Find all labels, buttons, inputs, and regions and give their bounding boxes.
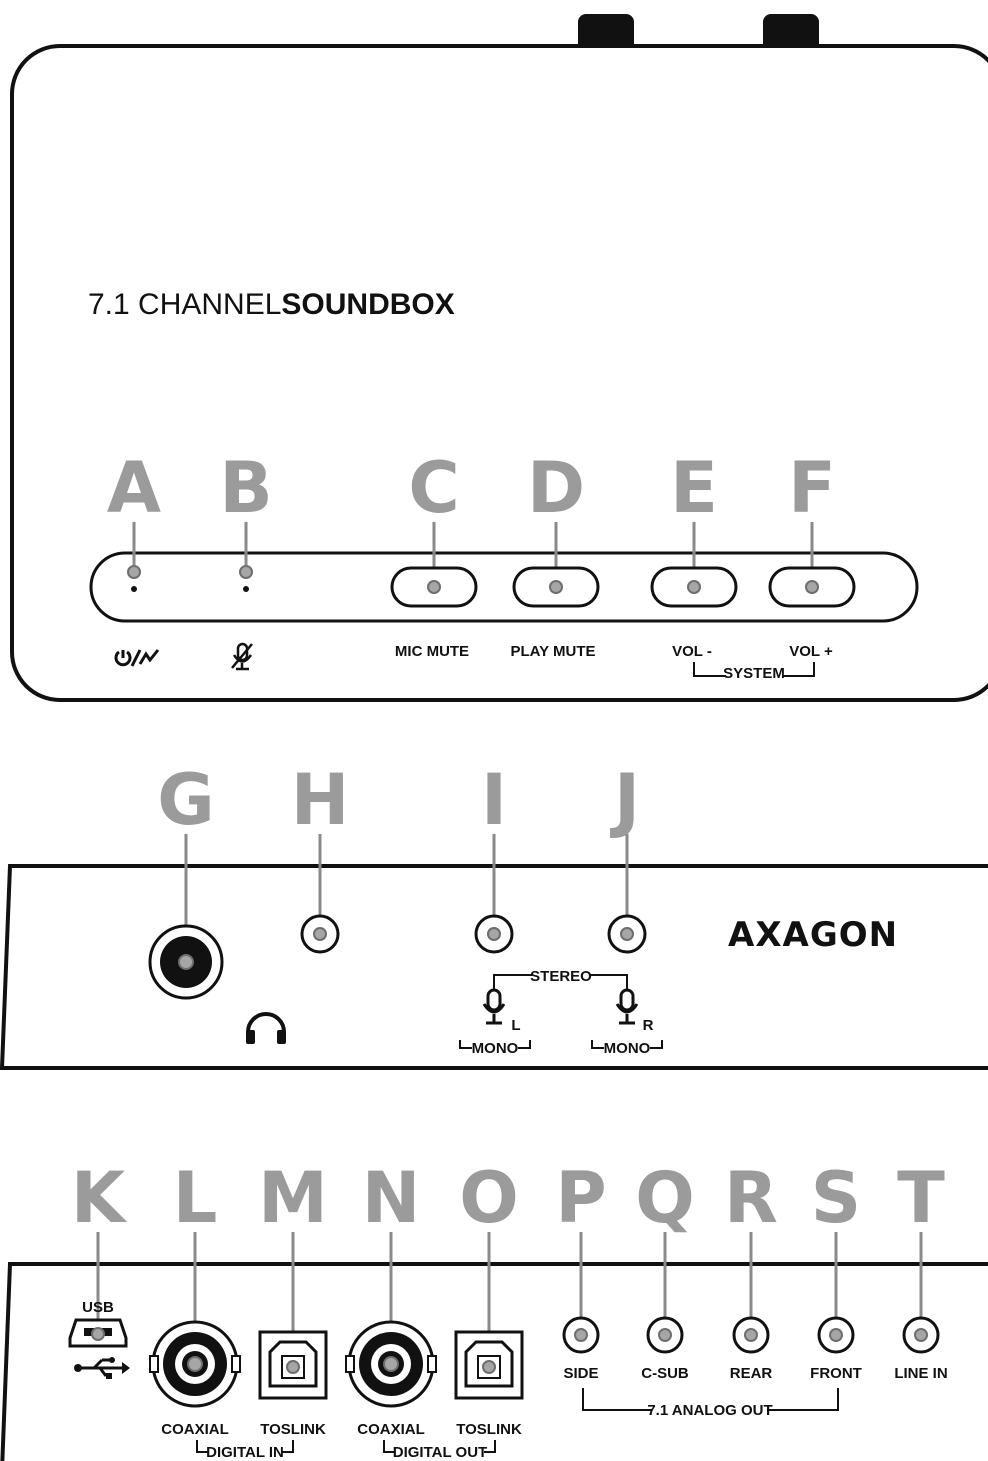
callout-t: T <box>897 1157 945 1239</box>
product-name: 7.1 CHANNELSOUNDBOX <box>88 288 455 321</box>
product-name-bold: SOUNDBOX <box>281 288 454 321</box>
mono-label-left: MONO <box>472 1040 519 1057</box>
analog-out-label: 7.1 ANALOG OUT <box>647 1402 772 1419</box>
coaxial-out-label: COAXIAL <box>357 1421 425 1438</box>
usb-port-icon[interactable] <box>68 1318 128 1348</box>
system-label: SYSTEM <box>723 665 785 682</box>
headphone-jack-core <box>178 954 194 970</box>
callout-m: M <box>258 1157 328 1239</box>
line-in-label: LINE IN <box>894 1365 947 1382</box>
callout-o: O <box>459 1157 519 1239</box>
vol-down-button-dot <box>687 580 701 594</box>
product-name-light: 7.1 CHANNEL <box>88 288 281 321</box>
mic-mute-led-dot <box>243 586 249 592</box>
callout-b: B <box>219 447 272 529</box>
coaxial-in-jack[interactable] <box>149 1320 241 1408</box>
callout-q: Q <box>635 1157 695 1239</box>
stereo-label: STEREO <box>530 968 592 985</box>
digital-in-label: DIGITAL IN <box>206 1444 284 1461</box>
soundbox-diagram: 7.1 CHANNELSOUNDBOX A B C D E F MIC MUTE… <box>0 14 988 1461</box>
rear-panel: K L M N O P Q R S T USB COAXIAL TOSLINK … <box>0 1157 988 1461</box>
toslink-in-label: TOSLINK <box>260 1421 326 1438</box>
vol-minus-label: VOL - <box>672 643 712 660</box>
side-label: SIDE <box>563 1365 598 1382</box>
toslink-in-port[interactable] <box>258 1330 328 1400</box>
callout-p: P <box>555 1157 606 1239</box>
callout-e: E <box>670 447 718 529</box>
callout-d: D <box>527 447 585 529</box>
vol-plus-label: VOL + <box>789 643 833 660</box>
callout-n: N <box>362 1157 421 1239</box>
line-in-jack-core <box>914 1328 928 1342</box>
digital-out-label: DIGITAL OUT <box>393 1444 487 1461</box>
mic-mute-led <box>239 565 253 579</box>
side-jack-core <box>574 1328 588 1342</box>
play-mute-button-dot <box>549 580 563 594</box>
callout-c: C <box>408 447 459 529</box>
callout-h: H <box>291 759 350 841</box>
mic-mute-button-dot <box>427 580 441 594</box>
callout-l: L <box>173 1157 218 1239</box>
callout-g: G <box>157 759 214 841</box>
usb-label: USB <box>82 1299 114 1316</box>
jack-h-core <box>313 927 327 941</box>
callout-k: K <box>71 1157 128 1239</box>
callout-i: I <box>481 759 507 841</box>
mic-mute-label: MIC MUTE <box>395 643 469 660</box>
front-panel: G H I J STEREO L R MONO MONO AXAGON <box>0 759 988 1070</box>
callout-j: J <box>610 759 640 841</box>
front-label: FRONT <box>810 1365 862 1382</box>
csub-label: C-SUB <box>641 1365 689 1382</box>
mic-left-label: L <box>511 1017 520 1034</box>
mic-right-label: R <box>643 1017 654 1034</box>
rear-jack-core <box>744 1328 758 1342</box>
callout-r: R <box>724 1157 778 1239</box>
callout-a: A <box>107 447 161 529</box>
power-led-dot <box>131 586 137 592</box>
play-mute-label: PLAY MUTE <box>510 643 595 660</box>
front-jack-core <box>829 1328 843 1342</box>
power-led <box>127 565 141 579</box>
brand-logo: AXAGON <box>728 915 898 955</box>
mic-jack-left-core <box>487 927 501 941</box>
mono-label-right: MONO <box>604 1040 651 1057</box>
mic-jack-right-core <box>620 927 634 941</box>
toslink-out-port[interactable] <box>454 1330 524 1400</box>
csub-jack-core <box>658 1328 672 1342</box>
toslink-out-label: TOSLINK <box>456 1421 522 1438</box>
coaxial-in-label: COAXIAL <box>161 1421 229 1438</box>
rear-label: REAR <box>730 1365 773 1382</box>
callout-f: F <box>788 447 836 529</box>
top-panel: 7.1 CHANNELSOUNDBOX A B C D E F MIC MUTE… <box>10 14 988 702</box>
coaxial-out-jack[interactable] <box>345 1320 437 1408</box>
vol-up-button-dot <box>805 580 819 594</box>
callout-s: S <box>811 1157 861 1239</box>
